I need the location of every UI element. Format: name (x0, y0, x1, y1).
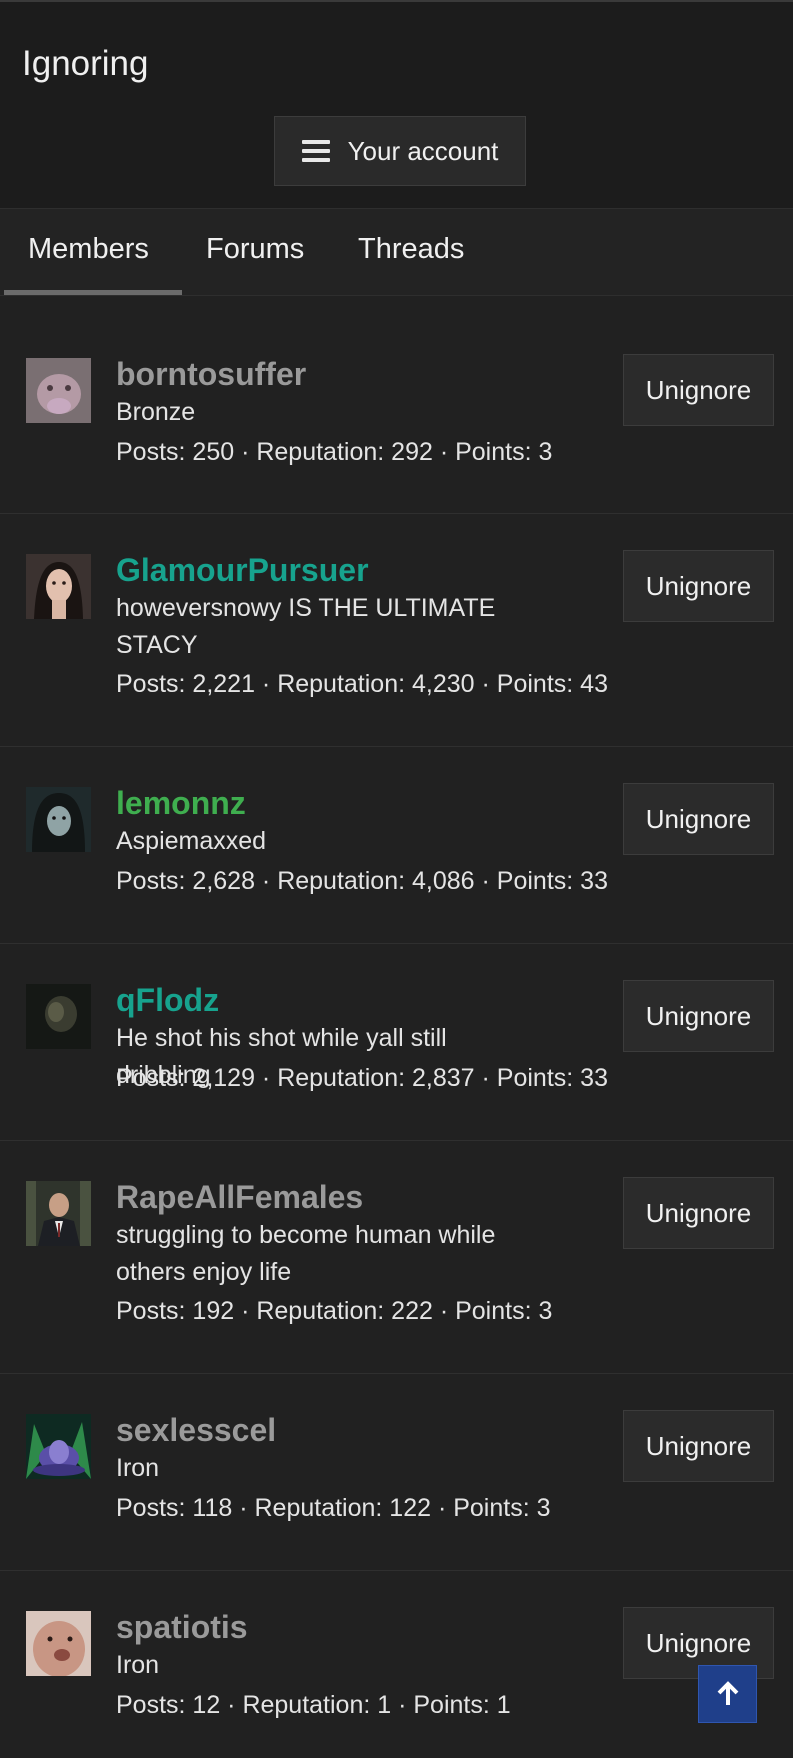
list-item: GlamourPursuer howeversnowy IS THE ULTIM… (0, 514, 793, 747)
list-item: spatiotis Iron Posts: 12 · Reputation: 1… (0, 1571, 793, 1758)
member-name-link[interactable]: spatiotis (116, 1609, 248, 1646)
list-item: lemonnz Aspiemaxxed Posts: 2,628 · Reput… (0, 747, 793, 944)
member-name-link[interactable]: qFlodz (116, 982, 219, 1019)
unignore-button[interactable]: Unignore (623, 783, 774, 855)
avatar[interactable] (26, 1181, 91, 1246)
member-stats: Posts: 192 · Reputation: 222 · Points: 3 (116, 1297, 553, 1325)
your-account-button[interactable]: Your account (274, 116, 526, 186)
member-title: howeversnowy IS THE ULTIMATE STACY (116, 594, 496, 659)
tab-forums[interactable]: Forums (206, 233, 304, 266)
hamburger-icon (301, 140, 330, 162)
tab-bar: Members Forums Threads (0, 208, 793, 296)
unignore-button[interactable]: Unignore (623, 1177, 774, 1249)
member-title: Aspiemaxxed (116, 827, 267, 855)
your-account-label: Your account (347, 135, 499, 166)
avatar[interactable] (26, 984, 91, 1049)
list-item: sexlesscel Iron Posts: 118 · Reputation:… (0, 1374, 793, 1571)
list-item: qFlodz He shot his shot while yall still… (0, 944, 793, 1141)
arrow-up-icon (717, 1681, 738, 1705)
member-stats: Posts: 2,129 · Reputation: 2,837 · Point… (116, 1064, 608, 1092)
avatar[interactable] (26, 787, 91, 852)
member-name-link[interactable]: lemonnz (116, 785, 246, 822)
member-title: Bronze (116, 398, 196, 426)
avatar[interactable] (26, 358, 91, 423)
member-name-link[interactable]: borntosuffer (116, 356, 306, 393)
avatar[interactable] (26, 1414, 91, 1479)
tab-members[interactable]: Members (28, 233, 149, 266)
member-stats: Posts: 2,628 · Reputation: 4,086 · Point… (116, 867, 608, 895)
top-divider (0, 0, 793, 2)
list-item: borntosuffer Bronze Posts: 250 · Reputat… (0, 296, 793, 514)
member-title: Iron (116, 1454, 160, 1482)
tab-threads[interactable]: Threads (358, 233, 464, 266)
member-title: Iron (116, 1651, 160, 1679)
active-tab-indicator (4, 290, 182, 295)
list-item: RapeAllFemales struggling to become huma… (0, 1141, 793, 1374)
member-stats: Posts: 12 · Reputation: 1 · Points: 1 (116, 1691, 511, 1719)
member-stats: Posts: 250 · Reputation: 292 · Points: 3 (116, 438, 553, 466)
unignore-button[interactable]: Unignore (623, 1410, 774, 1482)
member-title: struggling to become human while others … (116, 1221, 496, 1286)
member-name-link[interactable]: GlamourPursuer (116, 552, 369, 589)
avatar[interactable] (26, 1611, 91, 1676)
unignore-button[interactable]: Unignore (623, 550, 774, 622)
unignore-button[interactable]: Unignore (623, 354, 774, 426)
avatar[interactable] (26, 554, 91, 619)
member-stats: Posts: 2,221 · Reputation: 4,230 · Point… (116, 670, 608, 698)
member-name-link[interactable]: RapeAllFemales (116, 1179, 363, 1216)
member-name-link[interactable]: sexlesscel (116, 1412, 276, 1449)
scroll-to-top-button[interactable] (698, 1665, 757, 1723)
member-stats: Posts: 118 · Reputation: 122 · Points: 3 (116, 1494, 551, 1522)
unignore-button[interactable]: Unignore (623, 980, 774, 1052)
page-title: Ignoring (22, 44, 149, 83)
